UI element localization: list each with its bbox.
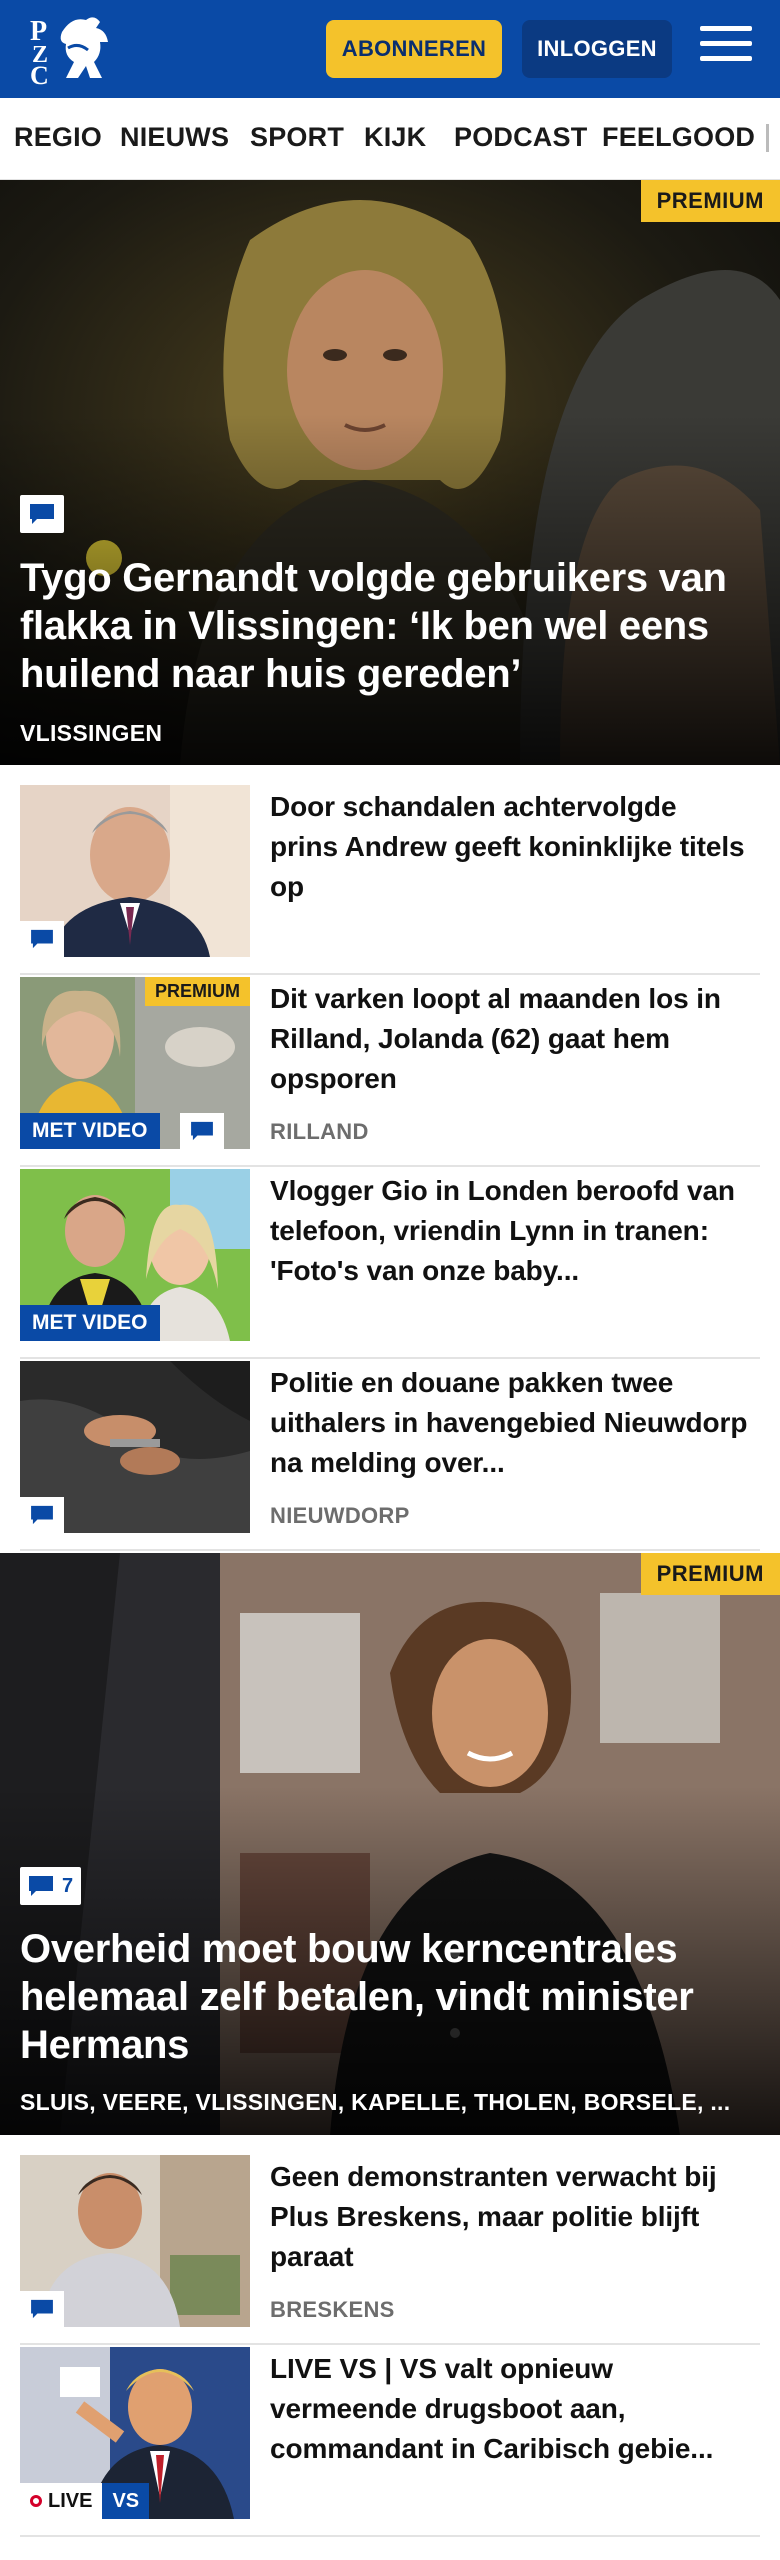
comment-icon[interactable]: [20, 921, 64, 957]
article-thumbnail: [20, 2155, 250, 2327]
article-title[interactable]: Dit varken loopt al maanden los in Rilla…: [270, 979, 750, 1099]
comment-icon[interactable]: [180, 1113, 224, 1149]
svg-text:C: C: [30, 61, 49, 86]
list-item[interactable]: MET VIDEO Vlogger Gio in Londen beroofd …: [20, 1169, 760, 1359]
video-badge: MET VIDEO: [20, 1305, 160, 1341]
nav-item-sport[interactable]: SPORT: [250, 122, 344, 153]
list-item[interactable]: PREMIUM MET VIDEO Dit varken loopt al ma…: [20, 977, 760, 1167]
list-item[interactable]: Door schandalen achtervolgde prins Andre…: [20, 785, 760, 975]
topic-tag: VS: [102, 2483, 150, 2519]
comment-icon[interactable]: [20, 2291, 64, 2327]
comment-icon[interactable]: [20, 1497, 64, 1533]
hero-title[interactable]: Tygo Gernandt volgde gebruikers van flak…: [20, 554, 760, 698]
live-label: LIVE: [48, 2489, 93, 2512]
article-thumbnail: [20, 1361, 250, 1533]
article-thumbnail: [20, 785, 250, 957]
hero-title[interactable]: Overheid moet bouw kerncentrales helemaa…: [20, 1925, 760, 2069]
hero-location: VLISSINGEN: [20, 720, 163, 746]
premium-badge: PREMIUM: [640, 1553, 780, 1595]
article-thumbnail: PREMIUM MET VIDEO: [20, 977, 250, 1149]
pzc-logo[interactable]: P Z C: [28, 12, 112, 86]
nav-item-regio[interactable]: REGIO: [14, 122, 102, 153]
list-item[interactable]: Politie en douane pakken twee uithalers …: [20, 1361, 760, 1551]
list-item[interactable]: LIVE VS LIVE VS | VS valt opnieuw vermee…: [20, 2347, 760, 2537]
login-button[interactable]: INLOGGEN: [522, 20, 672, 78]
hero-location: SLUIS, VEERE, VLISSINGEN, KAPELLE, THOLE…: [20, 2089, 731, 2115]
video-badge: MET VIDEO: [20, 1113, 160, 1149]
comment-icon[interactable]: [20, 495, 64, 533]
article-title[interactable]: Politie en douane pakken twee uithalers …: [270, 1363, 750, 1483]
hero-article[interactable]: PREMIUM 7 Overheid moet bouw kerncentral…: [0, 1553, 780, 2135]
nav-item-nieuws[interactable]: NIEUWS: [120, 122, 229, 153]
article-title[interactable]: LIVE VS | VS valt opnieuw vermeende drug…: [270, 2349, 750, 2469]
premium-badge: PREMIUM: [640, 180, 780, 222]
list-item[interactable]: Geen demonstranten verwacht bij Plus Bre…: [20, 2155, 760, 2345]
hamburger-icon[interactable]: [700, 26, 752, 70]
nav-item-podcast[interactable]: PODCAST: [454, 122, 587, 153]
nav-item-feelgood[interactable]: FEELGOOD: [602, 122, 755, 153]
nav-overflow-indicator: [766, 124, 769, 152]
live-badge: LIVE VS: [20, 2483, 150, 2519]
hero-article[interactable]: PREMIUM Tygo Gernandt volgde gebruikers …: [0, 180, 780, 765]
article-title[interactable]: Door schandalen achtervolgde prins Andre…: [270, 787, 750, 907]
article-title[interactable]: Vlogger Gio in Londen beroofd van telefo…: [270, 1171, 750, 1291]
article-location: NIEUWDORP: [270, 1503, 410, 1528]
nav-item-kijk[interactable]: KIJK: [364, 122, 426, 153]
section-nav: REGIO NIEUWS SPORT KIJK PODCAST FEELGOOD: [0, 98, 780, 180]
premium-badge: PREMIUM: [145, 977, 250, 1006]
article-title[interactable]: Geen demonstranten verwacht bij Plus Bre…: [270, 2157, 750, 2277]
live-dot-icon: [30, 2495, 42, 2507]
comment-icon: [29, 1876, 53, 1896]
article-location: BRESKENS: [270, 2297, 395, 2322]
article-location: RILLAND: [270, 1119, 369, 1144]
subscribe-button[interactable]: ABONNEREN: [326, 20, 502, 78]
comment-count-badge[interactable]: 7: [20, 1867, 82, 1905]
comment-count: 7: [62, 1874, 74, 1897]
article-thumbnail: MET VIDEO: [20, 1169, 250, 1341]
top-header: P Z C ABONNEREN INLOGGEN: [0, 0, 780, 98]
article-thumbnail: LIVE VS: [20, 2347, 250, 2519]
